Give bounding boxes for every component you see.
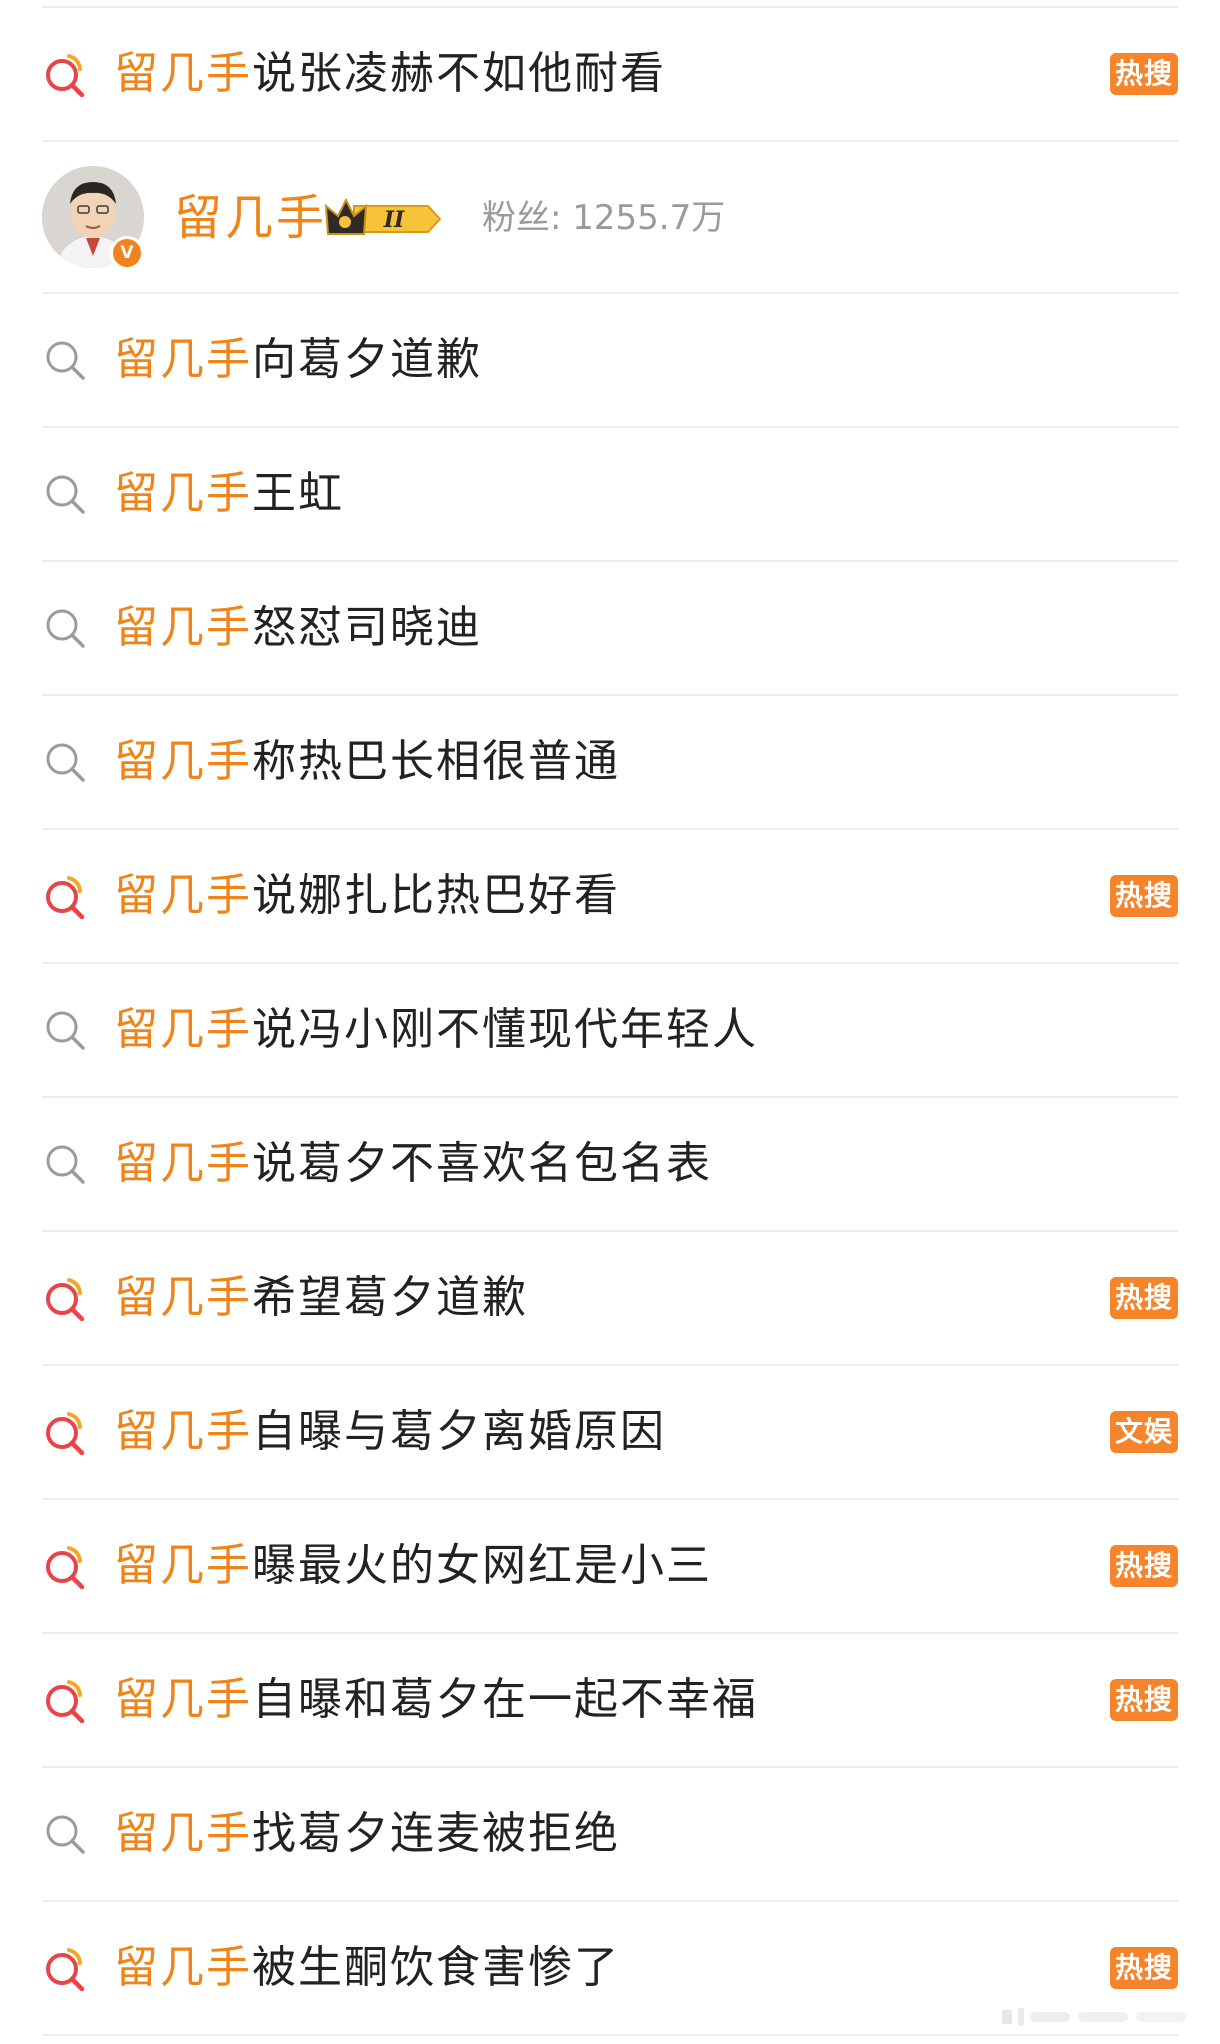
hot-badge: 热搜	[1109, 1679, 1178, 1721]
suggestion-text: 留几手自曝和葛夕在一起不幸福	[114, 1672, 758, 1728]
search-icon	[46, 1011, 85, 1050]
hot-badge: 热搜	[1109, 1545, 1178, 1587]
suggestion-text: 留几手说张凌赫不如他耐看	[114, 46, 666, 102]
category-badge: 文娱	[1109, 1411, 1178, 1453]
vip-level: II	[383, 207, 405, 233]
keyword-highlight: 留几手	[114, 1674, 252, 1725]
hot-badge: 热搜	[1109, 53, 1178, 95]
keyword-highlight: 留几手	[114, 736, 252, 787]
hot-search-icon	[46, 54, 85, 97]
hot-search-icon	[46, 1278, 85, 1321]
suggestion-item[interactable]: 留几手向葛夕道歉	[42, 294, 1178, 428]
suggestion-item[interactable]: 留几手称热巴长相很普通	[42, 696, 1178, 830]
suggestion-item[interactable]: 留几手自曝和葛夕在一起不幸福 热搜	[42, 1634, 1178, 1768]
suggestion-item[interactable]: 留几手找葛夕连麦被拒绝	[42, 1768, 1178, 1902]
suggestion-rest-text: 说张凌赫不如他耐看	[252, 48, 666, 99]
suggestion-rest-text: 向葛夕道歉	[252, 334, 482, 385]
search-icon	[46, 609, 85, 648]
suggestion-text: 留几手说葛夕不喜欢名包名表	[114, 1136, 712, 1192]
suggestion-rest-text: 说娜扎比热巴好看	[252, 870, 620, 921]
suggestion-item[interactable]: 留几手曝最火的女网红是小三 热搜	[42, 1500, 1178, 1634]
suggestion-text: 留几手被生酮饮食害惨了	[114, 1940, 620, 1996]
hot-search-icon	[46, 1680, 85, 1723]
suggestion-item[interactable]: 留几手说冯小刚不懂现代年轻人	[42, 964, 1178, 1098]
suggestion-rest-text: 怒怼司晓迪	[252, 602, 482, 653]
keyword-highlight: 留几手	[114, 1272, 252, 1323]
hot-badge: 热搜	[1109, 875, 1178, 917]
watermark	[1002, 2008, 1186, 2026]
hot-search-icon	[46, 1546, 85, 1589]
keyword-highlight: 留几手	[114, 1808, 252, 1859]
suggestion-rest-text: 说冯小刚不懂现代年轻人	[252, 1004, 758, 1055]
suggestion-rest-text: 找葛夕连麦被拒绝	[252, 1808, 620, 1859]
suggestion-text: 留几手王虹	[114, 466, 344, 522]
suggestion-text: 留几手找葛夕连麦被拒绝	[114, 1806, 620, 1862]
search-icon	[46, 1145, 85, 1184]
keyword-highlight: 留几手	[114, 1942, 252, 1993]
keyword-highlight: 留几手	[114, 1406, 252, 1457]
keyword-highlight: 留几手	[114, 1004, 252, 1055]
suggestion-item[interactable]: 留几手王虹	[42, 428, 1178, 562]
hot-badge: 热搜	[1109, 1277, 1178, 1319]
user-name[interactable]: 留几手	[174, 188, 327, 248]
keyword-highlight: 留几手	[114, 870, 252, 921]
suggestion-list: 留几手说张凌赫不如他耐看 热搜 V 留几手 II 粉丝: 1255.7万 留几手向葛夕道歉留…	[0, 8, 1220, 2036]
suggestion-text: 留几手曝最火的女网红是小三	[114, 1538, 712, 1594]
user-result-row[interactable]: V 留几手 II 粉丝: 1255.7万	[42, 142, 1178, 294]
hot-search-icon	[46, 1948, 85, 1991]
hot-search-icon	[46, 876, 85, 919]
keyword-highlight: 留几手	[114, 468, 252, 519]
suggestion-rest-text: 说葛夕不喜欢名包名表	[252, 1138, 712, 1189]
keyword-highlight: 留几手	[114, 334, 252, 385]
suggestion-item[interactable]: 留几手说娜扎比热巴好看 热搜	[42, 830, 1178, 964]
follower-count: 粉丝: 1255.7万	[482, 198, 726, 238]
suggestion-rest-text: 希望葛夕道歉	[252, 1272, 528, 1323]
search-icon	[46, 743, 85, 782]
suggestion-rest-text: 王虹	[252, 468, 344, 519]
suggestion-text: 留几手自曝与葛夕离婚原因	[114, 1404, 666, 1460]
suggestion-item[interactable]: 留几手说张凌赫不如他耐看 热搜	[42, 8, 1178, 142]
suggestion-rest-text: 被生酮饮食害惨了	[252, 1942, 620, 1993]
suggestion-text: 留几手说冯小刚不懂现代年轻人	[114, 1002, 758, 1058]
keyword-highlight: 留几手	[114, 1138, 252, 1189]
crown-icon: II	[324, 197, 442, 235]
keyword-highlight: 留几手	[114, 1540, 252, 1591]
verified-badge-icon: V	[110, 236, 144, 270]
suggestion-item[interactable]: 留几手自曝与葛夕离婚原因 文娱	[42, 1366, 1178, 1500]
search-icon	[46, 341, 85, 380]
search-icon	[46, 1815, 85, 1854]
suggestion-text: 留几手希望葛夕道歉	[114, 1270, 528, 1326]
suggestion-item[interactable]: 留几手希望葛夕道歉 热搜	[42, 1232, 1178, 1366]
suggestion-item[interactable]: 留几手说葛夕不喜欢名包名表	[42, 1098, 1178, 1232]
suggestion-text: 留几手说娜扎比热巴好看	[114, 868, 620, 924]
suggestion-text: 留几手称热巴长相很普通	[114, 734, 620, 790]
suggestion-rest-text: 自曝与葛夕离婚原因	[252, 1406, 666, 1457]
keyword-highlight: 留几手	[114, 48, 252, 99]
suggestion-rest-text: 曝最火的女网红是小三	[252, 1540, 712, 1591]
hot-badge: 热搜	[1109, 1947, 1178, 1989]
search-suggestions-page: 留几手说张凌赫不如他耐看 热搜 V 留几手 II 粉丝: 1255.7万 留几手向葛夕道歉留…	[0, 0, 1220, 2044]
suggestion-text: 留几手向葛夕道歉	[114, 332, 482, 388]
search-icon	[46, 475, 85, 514]
suggestion-text: 留几手怒怼司晓迪	[114, 600, 482, 656]
keyword-highlight: 留几手	[114, 602, 252, 653]
hot-search-icon	[46, 1412, 85, 1455]
suggestion-rest-text: 自曝和葛夕在一起不幸福	[252, 1674, 758, 1725]
suggestion-item[interactable]: 留几手怒怼司晓迪	[42, 562, 1178, 696]
suggestion-rest-text: 称热巴长相很普通	[252, 736, 620, 787]
